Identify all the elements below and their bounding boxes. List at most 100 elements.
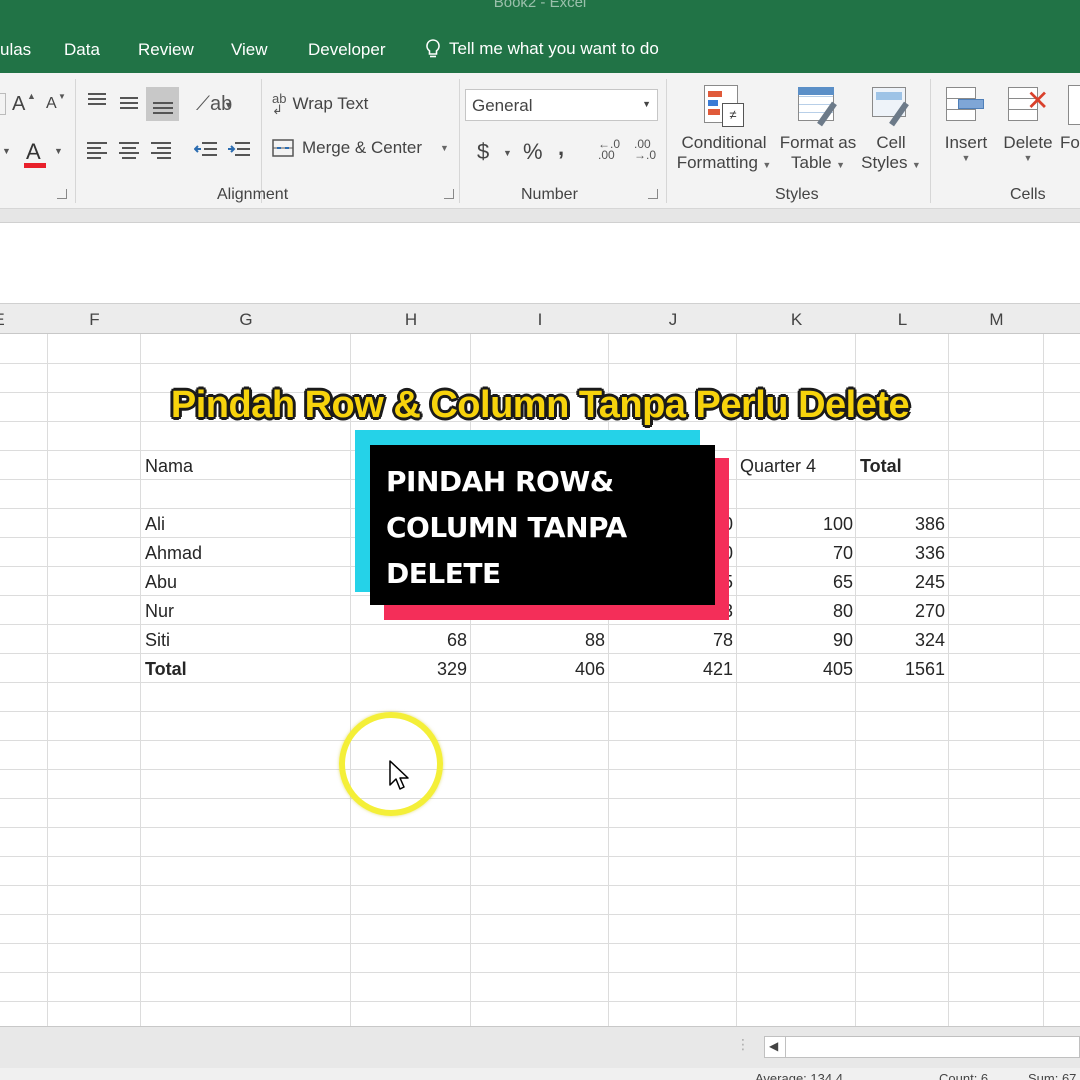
delete-button[interactable]: Delete ▼ [1000,133,1056,163]
column-header-row: E F G H I J K L M [0,303,1080,334]
alignment-dialog-launcher-icon[interactable] [444,189,454,199]
caption-line-2: COLUMN TANPA [386,511,627,544]
header-nama[interactable]: Nama [145,456,193,477]
number-dialog-launcher-icon[interactable] [648,189,658,199]
cell-i[interactable]: 88 [473,630,605,651]
increase-font-button[interactable]: A [12,93,25,116]
column-header-g[interactable]: G [141,310,351,330]
delete-label: Delete [1003,133,1053,152]
align-bottom-icon [153,102,173,114]
conditional-formatting-label-2: Formatting [676,153,758,172]
font-color-button[interactable]: A [26,139,41,165]
wrap-text-button[interactable]: ab ↲ Wrap Text [272,92,368,116]
cell-h[interactable]: 329 [353,659,467,680]
cell-styles-label-2: Styles [861,153,908,172]
column-header-k[interactable]: K [737,310,856,330]
column-header-f[interactable]: F [48,310,141,330]
cell-j[interactable]: 78 [611,630,733,651]
fill-color-dropdown-icon[interactable]: ▼ [2,147,11,156]
align-bottom-button[interactable] [146,87,179,121]
cell-name[interactable]: Nur [145,601,174,622]
tab-view[interactable]: View [231,40,268,60]
tab-split-handle-icon[interactable]: ⋮ [736,1036,750,1053]
format-as-table-button[interactable]: Format as Table ▼ [776,133,860,173]
formula-bar-area[interactable] [0,224,1080,290]
column-header-i[interactable]: I [471,310,609,330]
insert-button[interactable]: Insert ▼ [938,133,994,163]
conditional-formatting-button[interactable]: Conditional Formatting ▼ [674,133,774,173]
column-header-h[interactable]: H [351,310,471,330]
align-center-icon[interactable] [118,140,140,160]
alignment-group-label: Alignment [217,186,289,203]
cell-l[interactable]: 270 [858,601,945,622]
cells-group-label: Cells [1010,186,1046,203]
cell-name[interactable]: Total [145,659,187,680]
decrease-font-caret-icon: ▼ [58,92,66,101]
header-total[interactable]: Total [860,456,902,477]
cell-styles-caret-icon: ▼ [911,160,921,170]
tab-developer[interactable]: Developer [308,40,386,60]
format-as-table-label-2: Table [790,153,832,172]
cell-h[interactable]: 68 [353,630,467,651]
tab-data[interactable]: Data [64,40,100,60]
ribbon-collapse-strip [0,209,1080,223]
column-header-l[interactable]: L [856,310,949,330]
title-bar: Book2 - Excel ulas Data Review View Deve… [0,0,1080,73]
insert-cells-icon [944,83,990,131]
group-separator [459,79,460,203]
cell-name[interactable]: Ahmad [145,543,202,564]
decrease-indent-icon[interactable] [194,140,218,160]
decrease-font-button[interactable]: A [46,95,57,113]
cell-name[interactable]: Abu [145,572,177,593]
column-header-e[interactable]: E [0,310,6,330]
currency-caret-icon[interactable]: ▼ [503,149,512,158]
conditional-formatting-label-1: Conditional [681,133,767,152]
tell-me-label: Tell me what you want to do [449,39,659,58]
number-group-label: Number [521,186,578,203]
status-count: Count: 6 [939,1071,989,1080]
number-format-select[interactable]: General ▼ [465,89,658,121]
font-color-dropdown-icon[interactable]: ▼ [54,147,63,156]
cell-k[interactable]: 80 [739,601,853,622]
comma-button[interactable]: , [558,135,564,161]
header-quarter-4[interactable]: Quarter 4 [740,456,816,477]
tab-review[interactable]: Review [138,40,194,60]
align-middle-icon[interactable] [118,95,140,115]
caption-card: PINDAH ROW& COLUMN TANPA DELETE [370,445,715,605]
cell-k[interactable]: 405 [739,659,853,680]
font-dialog-launcher-icon[interactable] [57,189,67,199]
cell-l[interactable]: 245 [858,572,945,593]
cell-name[interactable]: Siti [145,630,170,651]
align-top-icon[interactable] [86,91,108,111]
column-header-j[interactable]: J [609,310,737,330]
cell-l[interactable]: 386 [858,514,945,535]
percent-button[interactable]: % [523,139,543,165]
column-header-m[interactable]: M [949,310,1044,330]
cell-i[interactable]: 406 [473,659,605,680]
cell-l[interactable]: 336 [858,543,945,564]
currency-button[interactable]: $ [477,139,489,165]
merge-center-button[interactable]: Merge & Center ▼ [272,138,449,158]
cell-l[interactable]: 324 [858,630,945,651]
cell-l[interactable]: 1561 [858,659,945,680]
increase-decimal-icon[interactable]: ←.0.00 [598,138,620,161]
scroll-left-icon[interactable]: ◀ [769,1039,778,1053]
cell-k[interactable]: 70 [739,543,853,564]
cell-k[interactable]: 65 [739,572,853,593]
tab-formulas[interactable]: ulas [0,40,31,60]
horizontal-scrollbar[interactable]: ◀ [764,1036,1080,1058]
cell-j[interactable]: 421 [611,659,733,680]
font-size-box-edge[interactable] [0,93,6,115]
tell-me-box[interactable]: Tell me what you want to do [424,38,659,60]
decrease-decimal-icon[interactable]: .00 →.0 [634,138,656,161]
window-title: Book2 - Excel [493,0,587,11]
align-right-icon[interactable] [150,140,172,160]
cell-styles-button[interactable]: Cell Styles ▼ [860,133,922,173]
increase-indent-icon[interactable] [227,140,251,160]
format-button-label[interactable]: Fo [1060,133,1080,153]
increase-font-caret-icon: ▲ [27,91,36,101]
cell-k[interactable]: 90 [739,630,853,651]
cell-k[interactable]: 100 [739,514,853,535]
cell-name[interactable]: Ali [145,514,165,535]
align-left-icon[interactable] [86,140,108,160]
